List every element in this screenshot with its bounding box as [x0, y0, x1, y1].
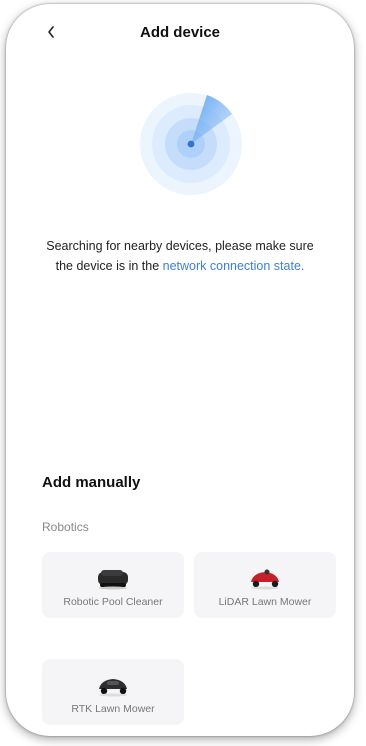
device-card-lidar-lawn-mower[interactable]: LiDAR Lawn Mower: [194, 552, 336, 618]
category-label: Robotics: [42, 520, 89, 534]
add-manually-heading: Add manually: [42, 474, 141, 491]
search-message: Searching for nearby devices, please mak…: [26, 236, 334, 276]
search-message-line2: the device is in the network connection …: [26, 256, 334, 276]
lawn-mower-icon: [99, 679, 127, 697]
network-state-link[interactable]: network connection state.: [163, 259, 305, 273]
pool-cleaner-icon: [98, 570, 128, 590]
device-label: RTK Lawn Mower: [71, 703, 155, 715]
device-label: LiDAR Lawn Mower: [218, 596, 312, 608]
lawn-mower-icon: [251, 569, 279, 590]
device-card-rtk-lawn-mower[interactable]: RTK Lawn Mower: [42, 659, 184, 725]
search-message-prefix: the device is in the: [55, 259, 163, 273]
page-title: Add device: [139, 24, 221, 41]
search-message-line1: Searching for nearby devices, please mak…: [46, 239, 314, 253]
phone-screen: Add device Searching for nearby devices,…: [6, 4, 354, 736]
device-label: Robotic Pool Cleaner: [63, 596, 163, 608]
device-card-pool-cleaner[interactable]: Robotic Pool Cleaner: [42, 552, 184, 618]
top-bar: Add device: [6, 4, 354, 56]
radar-scan-icon: [140, 93, 242, 195]
